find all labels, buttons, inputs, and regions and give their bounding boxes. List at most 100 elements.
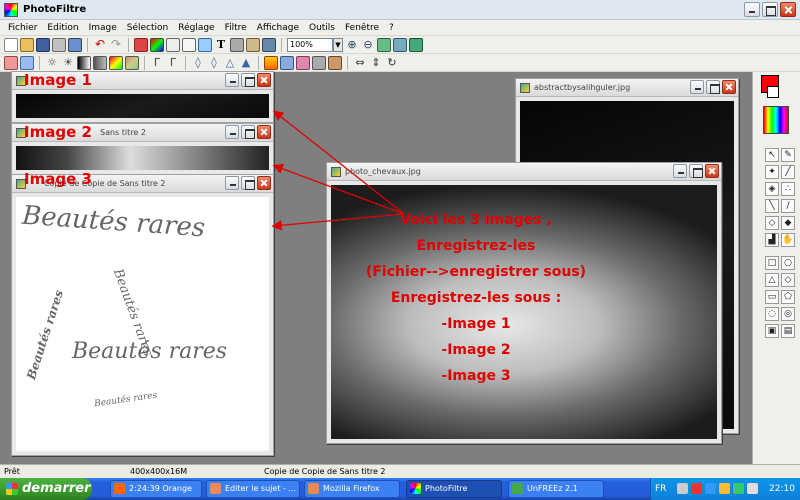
soften-icon[interactable]: ◊: [207, 56, 221, 70]
polygon-selection-icon[interactable]: ⬠: [781, 290, 795, 304]
open-folder-icon[interactable]: [20, 37, 34, 52]
crop-icon[interactable]: [230, 37, 244, 52]
minimize-button[interactable]: [744, 2, 760, 17]
sharpen-icon[interactable]: △: [223, 56, 237, 70]
close-button[interactable]: [257, 176, 271, 190]
minimize-button[interactable]: [673, 164, 687, 178]
copy-icon[interactable]: [166, 37, 180, 52]
taskbar-item-unfreez[interactable]: UnFREEz 2.1: [508, 480, 604, 498]
gamma-down-icon[interactable]: Γ: [166, 56, 180, 70]
eyedropper-tool-icon[interactable]: ✎: [781, 148, 795, 162]
print-icon[interactable]: [52, 37, 66, 52]
actual-size-icon[interactable]: [377, 37, 391, 52]
maximize-button[interactable]: [762, 2, 778, 17]
rhombus-selection-icon[interactable]: ◇: [781, 273, 795, 287]
zoom-in-icon[interactable]: ⊕: [345, 38, 359, 52]
load-shape-icon[interactable]: ▣: [765, 324, 779, 338]
image-canvas[interactable]: [16, 146, 269, 170]
image-canvas[interactable]: [16, 94, 269, 118]
grayscale-icon[interactable]: [312, 55, 326, 70]
paste-new-icon[interactable]: [198, 37, 212, 52]
invert-selection-icon[interactable]: ◎: [781, 307, 795, 321]
contrast-up-icon[interactable]: [77, 55, 91, 70]
saturation-down-icon[interactable]: [125, 55, 139, 70]
undo-icon[interactable]: ↶: [93, 37, 107, 52]
menu-help[interactable]: ?: [384, 23, 399, 33]
update-tray-icon[interactable]: [733, 483, 744, 494]
close-button[interactable]: [722, 80, 736, 94]
rounded-rect-selection-icon[interactable]: ▭: [765, 290, 779, 304]
doc-window-image3[interactable]: Copie de Copie de Sans titre 2 Beautés r…: [11, 174, 274, 456]
close-button[interactable]: [705, 164, 719, 178]
pointer-tool-icon[interactable]: ↖: [765, 148, 779, 162]
taskbar-item-firefox[interactable]: Mozilla Firefox: [304, 480, 400, 498]
gradient-icon[interactable]: [264, 55, 278, 70]
new-file-icon[interactable]: [4, 37, 18, 52]
fill-tool-icon[interactable]: ◈: [765, 182, 779, 196]
close-button[interactable]: [257, 73, 271, 87]
maximize-button[interactable]: [241, 125, 255, 139]
minimize-button[interactable]: [690, 80, 704, 94]
maximize-button[interactable]: [706, 80, 720, 94]
color-mode-icon[interactable]: [150, 37, 164, 52]
redo-icon[interactable]: ↷: [109, 37, 123, 52]
texture-icon[interactable]: [280, 55, 294, 70]
spray-tool-icon[interactable]: ∴: [781, 182, 795, 196]
close-button[interactable]: [257, 125, 271, 139]
menu-filtre[interactable]: Filtre: [220, 23, 252, 33]
taskbar-item-editer[interactable]: Editer le sujet - ...: [206, 480, 300, 498]
text-tool-icon[interactable]: T: [214, 38, 228, 52]
menu-fenetre[interactable]: Fenêtre: [340, 23, 384, 33]
messenger-tray-icon[interactable]: [705, 483, 716, 494]
network-tray-icon[interactable]: [719, 483, 730, 494]
save-icon[interactable]: [36, 37, 50, 52]
blur-icon[interactable]: ◊: [191, 56, 205, 70]
lasso-selection-icon[interactable]: ◌: [765, 307, 779, 321]
hand-tool-icon[interactable]: ✋: [781, 233, 795, 247]
paste-icon[interactable]: [182, 37, 196, 52]
menu-outils[interactable]: Outils: [304, 23, 340, 33]
language-indicator[interactable]: FR: [655, 478, 666, 500]
contrast-down-icon[interactable]: [93, 55, 107, 70]
sharpen-more-icon[interactable]: ▲: [239, 56, 253, 70]
minimize-button[interactable]: [225, 125, 239, 139]
maximize-button[interactable]: [241, 73, 255, 87]
doc-window-titlebar[interactable]: abstractbysalihguler.jpg: [516, 79, 738, 97]
pencil-tool-icon[interactable]: /: [781, 199, 795, 213]
triangle-selection-icon[interactable]: △: [765, 273, 779, 287]
smudge-tool-icon[interactable]: ◆: [781, 216, 795, 230]
mask-icon[interactable]: [296, 55, 310, 70]
zoom-select[interactable]: 100%: [287, 37, 333, 52]
magic-wand-tool-icon[interactable]: ✦: [765, 165, 779, 179]
flip-vertical-icon[interactable]: ⇕: [369, 56, 383, 70]
scan-icon[interactable]: [68, 37, 82, 52]
line-tool-icon[interactable]: ╱: [781, 165, 795, 179]
rotate-icon[interactable]: ↻: [385, 56, 399, 70]
auto-levels-icon[interactable]: [4, 55, 18, 70]
menu-image[interactable]: Image: [84, 23, 122, 33]
blur-tool-icon[interactable]: ◇: [765, 216, 779, 230]
menu-affichage[interactable]: Affichage: [252, 23, 304, 33]
ellipse-selection-icon[interactable]: ○: [781, 256, 795, 270]
frame-icon[interactable]: [246, 37, 260, 52]
doc-window-titlebar[interactable]: photo_chevaux.jpg: [327, 163, 721, 181]
save-shape-icon[interactable]: ▤: [781, 324, 795, 338]
auto-contrast-icon[interactable]: [20, 55, 34, 70]
volume-tray-icon[interactable]: [747, 483, 758, 494]
taskbar-item-photofiltre[interactable]: PhotoFiltre: [406, 480, 502, 498]
close-button[interactable]: [780, 2, 796, 17]
chevron-down-icon[interactable]: ▼: [333, 37, 343, 52]
menu-selection[interactable]: Sélection: [122, 23, 173, 33]
help-tray-icon[interactable]: [677, 483, 688, 494]
brightness-up-icon[interactable]: ☼: [45, 56, 59, 70]
flip-horizontal-icon[interactable]: ⇔: [353, 56, 367, 70]
screenshot-icon[interactable]: [262, 37, 276, 52]
color-spectrum-picker[interactable]: [763, 106, 789, 134]
gamma-up-icon[interactable]: Γ: [150, 56, 164, 70]
fit-window-icon[interactable]: [393, 37, 407, 52]
clock[interactable]: 22:10: [769, 478, 795, 500]
rectangle-selection-icon[interactable]: □: [765, 256, 779, 270]
start-button[interactable]: demarrer: [0, 478, 92, 500]
minimize-button[interactable]: [225, 176, 239, 190]
sepia-icon[interactable]: [328, 55, 342, 70]
